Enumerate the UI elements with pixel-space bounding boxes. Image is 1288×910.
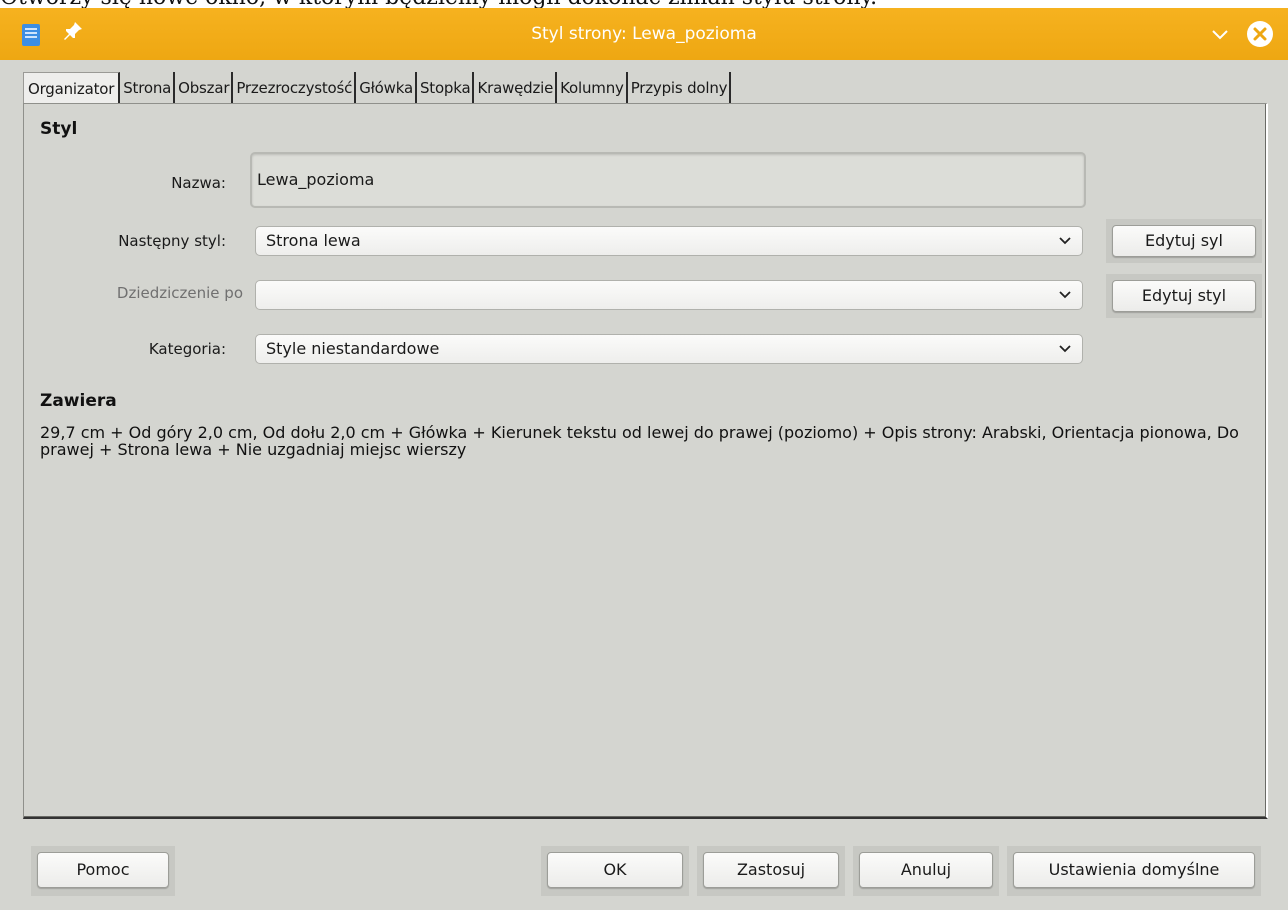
edit-inherit-style-button[interactable]: Edytuj styl — [1112, 280, 1256, 312]
next-style-label: Następny styl: — [118, 232, 226, 250]
style-section-heading: Styl — [40, 119, 78, 139]
edit-inherit-style-frame: Edytuj styl — [1106, 274, 1262, 318]
help-button[interactable]: Pomoc — [37, 852, 169, 888]
tab-page[interactable]: Strona — [120, 72, 176, 104]
chevron-down-icon — [1059, 291, 1071, 299]
tab-borders[interactable]: Krawędzie — [474, 72, 558, 104]
tab-organizer[interactable]: Organizator — [23, 72, 121, 104]
inherit-dropdown[interactable] — [255, 280, 1083, 310]
tab-bar: Organizator Strona Obszar Przezroczystoś… — [23, 72, 732, 104]
tab-footnote[interactable]: Przypis dolny — [628, 72, 732, 104]
apply-button[interactable]: Zastosuj — [703, 852, 839, 888]
apply-button-frame: Zastosuj — [697, 846, 845, 896]
category-label: Kategoria: — [148, 340, 226, 358]
category-dropdown[interactable]: Style niestandardowe — [255, 334, 1083, 364]
ok-button-frame: OK — [541, 846, 689, 896]
chevron-down-icon — [1059, 345, 1071, 353]
cancel-button-frame: Anuluj — [853, 846, 999, 896]
name-label: Nazwa: — [171, 174, 226, 192]
ok-button[interactable]: OK — [547, 852, 683, 888]
contains-section-heading: Zawiera — [40, 391, 117, 411]
chevron-down-icon[interactable] — [1206, 20, 1234, 48]
cancel-button[interactable]: Anuluj — [859, 852, 993, 888]
tab-transparency[interactable]: Przezroczystość — [233, 72, 357, 104]
reset-button-frame: Ustawienia domyślne — [1007, 846, 1261, 896]
window-title: Styl strony: Lewa_pozioma — [531, 24, 757, 44]
edit-next-style-button[interactable]: Edytuj syl — [1112, 225, 1256, 257]
edit-next-style-frame: Edytuj syl — [1106, 219, 1262, 263]
inherit-label: Dziedziczenie po — [116, 284, 243, 302]
help-button-frame: Pomoc — [31, 846, 175, 896]
title-bar[interactable]: Styl strony: Lewa_pozioma — [0, 8, 1288, 60]
tab-columns[interactable]: Kolumny — [557, 72, 628, 104]
reset-defaults-button[interactable]: Ustawienia domyślne — [1013, 852, 1255, 888]
contains-description: 29,7 cm + Od góry 2,0 cm, Od dołu 2,0 cm… — [40, 423, 1239, 459]
chevron-down-icon — [1059, 237, 1071, 245]
close-icon[interactable] — [1246, 20, 1274, 48]
tab-footer[interactable]: Stopka — [417, 72, 475, 104]
organizer-panel: Styl Nazwa: Lewa_pozioma Następny styl: … — [23, 103, 1268, 819]
tab-header[interactable]: Główka — [356, 72, 417, 104]
background-caption: Otworzy się nowe okno, w którym będziemy… — [0, 0, 1288, 8]
category-value: Style niestandardowe — [266, 339, 440, 358]
tab-area[interactable]: Obszar — [175, 72, 234, 104]
name-field[interactable]: Lewa_pozioma — [250, 152, 1086, 208]
next-style-value: Strona lewa — [266, 231, 361, 250]
next-style-dropdown[interactable]: Strona lewa — [255, 226, 1083, 256]
